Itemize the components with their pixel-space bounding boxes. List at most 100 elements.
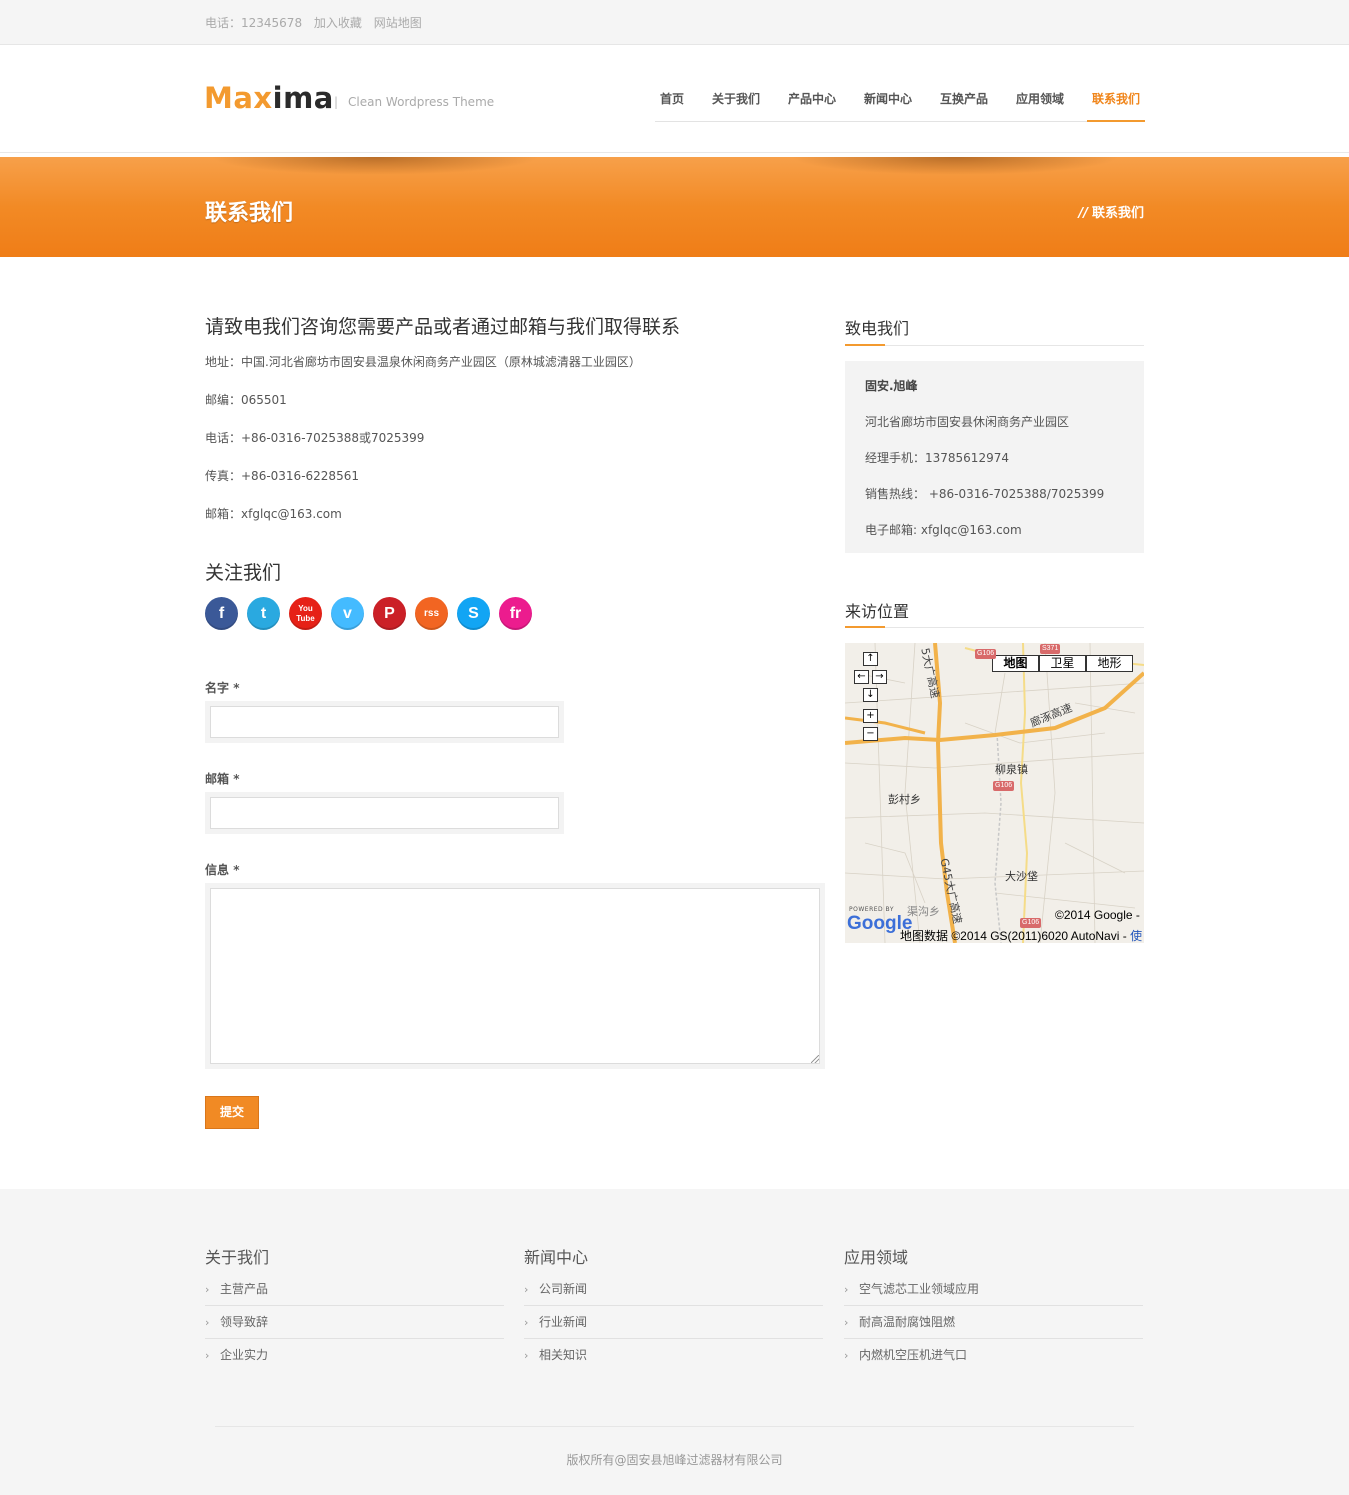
site-footer: 关于我们 › 主营产品 › 领导致辞 › 企业实力 新闻中心 › 公司新闻 › 行业新闻 …	[0, 1189, 1349, 1495]
youtube-glyph: You Tube	[296, 604, 315, 623]
footer-link-label: 相关知识	[539, 1348, 588, 1362]
friendfeed-icon[interactable]: fr	[499, 597, 532, 630]
call-us-rule	[845, 344, 1144, 346]
email-label-text: 邮箱	[205, 772, 230, 786]
chevron-right-icon: ›	[205, 1283, 210, 1296]
pan-right-icon[interactable]: →	[872, 670, 887, 684]
footer-link[interactable]: › 领导致辞	[205, 1306, 504, 1339]
shield-g106-mid: G106	[993, 781, 1015, 791]
nav-about[interactable]: 关于我们	[712, 90, 760, 107]
submit-button[interactable]: 提交	[205, 1096, 259, 1129]
name-input[interactable]	[210, 706, 559, 738]
shield-g106-top: G106	[975, 649, 997, 659]
footer-link-label: 耐高温耐腐蚀阻燃	[859, 1315, 956, 1329]
footer-link-label: 行业新闻	[539, 1315, 588, 1329]
footer-link[interactable]: › 耐高温耐腐蚀阻燃	[844, 1306, 1143, 1339]
bookmark-link[interactable]: 加入收藏	[314, 16, 362, 30]
contact-fax: 传真：+86-0316-6228561	[205, 469, 359, 483]
logo-part-ima: ima	[272, 81, 334, 115]
tagline-separator: |	[334, 95, 339, 109]
pan-up-icon[interactable]: ↑	[863, 652, 878, 666]
pinterest-glyph: P	[384, 605, 395, 622]
breadcrumb-current[interactable]: 联系我们	[1092, 206, 1144, 221]
map-label-pengcun: 彭村乡	[888, 793, 921, 806]
nav-interchange[interactable]: 互换产品	[940, 90, 988, 107]
footer-link[interactable]: › 企业实力	[205, 1339, 504, 1372]
nav-home[interactable]: 首页	[660, 90, 684, 107]
map-terms-link[interactable]: 使	[1130, 929, 1142, 943]
pan-left-icon[interactable]: ←	[854, 670, 869, 684]
footer-link[interactable]: › 空气滤芯工业领域应用	[844, 1273, 1143, 1306]
message-label-text: 信息	[205, 863, 230, 877]
location-map[interactable]: ↑ ← → ↓ + − 地图 卫星 地形 S371 G106 G106 G106…	[845, 643, 1144, 943]
footer-col-title: 应用领域	[844, 1248, 909, 1267]
rss-glyph: rss	[423, 608, 439, 619]
map-type-map[interactable]: 地图	[992, 655, 1039, 672]
site-tagline: | Clean Wordpress Theme	[334, 95, 494, 109]
map-label-dashabao: 大沙垡	[1005, 870, 1038, 883]
name-field-wrap	[205, 701, 564, 743]
vimeo-icon[interactable]: v	[331, 597, 364, 630]
name-label-text: 名字	[205, 681, 230, 695]
top-bar: 电话：12345678 加入收藏 网站地图	[0, 0, 1349, 45]
sitemap-link[interactable]: 网站地图	[374, 16, 422, 30]
facebook-glyph: f	[218, 605, 225, 622]
friendfeed-glyph: fr	[509, 605, 522, 622]
chevron-right-icon: ›	[844, 1349, 849, 1362]
nav-products[interactable]: 产品中心	[788, 90, 836, 107]
chevron-right-icon: ›	[844, 1316, 849, 1329]
resize-handle-icon[interactable]	[811, 1055, 819, 1063]
top-links: 电话：12345678 加入收藏 网站地图	[205, 14, 430, 31]
manager-phone: 经理手机：13785612974	[865, 451, 1009, 465]
contact-heading: 请致电我们咨询您需要产品或者通过邮箱与我们取得联系	[205, 316, 681, 338]
footer-link-label: 领导致辞	[220, 1315, 269, 1329]
company-email: 电子邮箱: xfglqc@163.com	[865, 523, 1022, 537]
contact-phone: 电话：+86-0316-7025388或7025399	[205, 431, 425, 445]
map-type-terrain[interactable]: 地形	[1086, 655, 1133, 672]
zoom-out-icon[interactable]: −	[863, 727, 878, 741]
footer-link[interactable]: › 主营产品	[205, 1273, 504, 1306]
youtube-icon[interactable]: You Tube	[289, 597, 322, 630]
nav-applications[interactable]: 应用领域	[1016, 90, 1064, 107]
breadcrumb-separator: //	[1078, 206, 1088, 221]
map-data-text: 地图数据 ©2014 GS(2011)6020 AutoNavi -	[900, 929, 1127, 943]
nav-contact[interactable]: 联系我们	[1092, 90, 1140, 107]
shield-s371: S371	[1040, 644, 1061, 654]
pinterest-icon[interactable]: P	[373, 597, 406, 630]
zoom-in-icon[interactable]: +	[863, 709, 878, 723]
footer-link-label: 企业实力	[220, 1348, 269, 1362]
company-address: 河北省廊坊市固安县休闲商务产业园区	[865, 415, 1070, 429]
required-mark: *	[233, 863, 240, 877]
footer-link-label: 公司新闻	[539, 1282, 588, 1296]
tagline-text: Clean Wordpress Theme	[348, 95, 495, 109]
map-copyright: ©2014 Google -	[1055, 908, 1140, 922]
footer-link-label: 内燃机空压机进气口	[859, 1348, 968, 1362]
twitter-glyph: t	[260, 605, 267, 622]
top-phone: 电话：12345678	[205, 16, 303, 30]
powered-by-label: POWERED BY	[849, 906, 895, 913]
message-textarea[interactable]	[210, 888, 820, 1064]
facebook-icon[interactable]: f	[205, 597, 238, 630]
footer-link[interactable]: › 相关知识	[524, 1339, 823, 1372]
message-label: 信息 *	[205, 861, 239, 878]
pan-down-icon[interactable]: ↓	[863, 688, 878, 702]
footer-link[interactable]: › 内燃机空压机进气口	[844, 1339, 1143, 1372]
chevron-right-icon: ›	[205, 1349, 210, 1362]
skype-icon[interactable]: S	[457, 597, 490, 630]
nav-news[interactable]: 新闻中心	[864, 90, 912, 107]
contact-postcode: 邮编：065501	[205, 393, 287, 407]
chevron-right-icon: ›	[524, 1283, 529, 1296]
map-type-satellite[interactable]: 卫星	[1039, 655, 1086, 672]
footer-link-label: 主营产品	[220, 1282, 269, 1296]
footer-col-title: 新闻中心	[524, 1248, 589, 1267]
rss-icon[interactable]: rss	[415, 597, 448, 630]
footer-col-title: 关于我们	[205, 1248, 270, 1267]
email-input[interactable]	[210, 797, 559, 829]
footer-link[interactable]: › 公司新闻	[524, 1273, 823, 1306]
nav-active-indicator	[1087, 120, 1145, 122]
required-mark: *	[233, 681, 240, 695]
site-logo[interactable]: Maxima	[204, 81, 334, 115]
twitter-icon[interactable]: t	[247, 597, 280, 630]
page-banner: 联系我们 // 联系我们	[0, 157, 1349, 257]
footer-link[interactable]: › 行业新闻	[524, 1306, 823, 1339]
